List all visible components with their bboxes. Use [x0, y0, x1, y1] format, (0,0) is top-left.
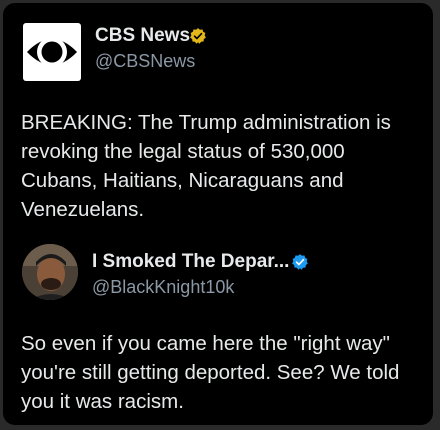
- tweet-card: CBS News @CBSNews BREAKING: The Trump ad…: [3, 3, 433, 425]
- user-photo-icon: [22, 244, 78, 300]
- reply-text-line: you it was racism.: [21, 390, 184, 413]
- blue-verified-badge-icon: [292, 254, 308, 270]
- tweet-text-line: BREAKING: The Trump administration is: [21, 111, 391, 134]
- reply-author-name[interactable]: I Smoked The Depar...: [92, 251, 289, 273]
- reply-text-line: you're still getting deported. See? We t…: [21, 361, 400, 384]
- author-handle[interactable]: @CBSNews: [95, 51, 195, 72]
- tweet-text-line: Venezuelans.: [21, 198, 145, 221]
- reply-text-line: So even if you came here the "right way": [21, 332, 390, 355]
- cbs-avatar[interactable]: [23, 23, 81, 81]
- tweet-text-line: Cubans, Haitians, Nicaraguans and: [21, 169, 344, 192]
- cbs-eye-logo-icon: [27, 37, 77, 67]
- tweet-text: BREAKING: The Trump administration is re…: [21, 108, 391, 224]
- reply-text: So even if you came here the "right way"…: [21, 329, 399, 416]
- author-name[interactable]: CBS News: [95, 25, 190, 47]
- reply-author-handle[interactable]: @BlackKnight10k: [92, 277, 234, 298]
- tweet-text-line: revoking the legal status of 530,000: [21, 140, 345, 163]
- user-avatar[interactable]: [22, 244, 78, 300]
- gold-verified-badge-icon: [190, 28, 206, 44]
